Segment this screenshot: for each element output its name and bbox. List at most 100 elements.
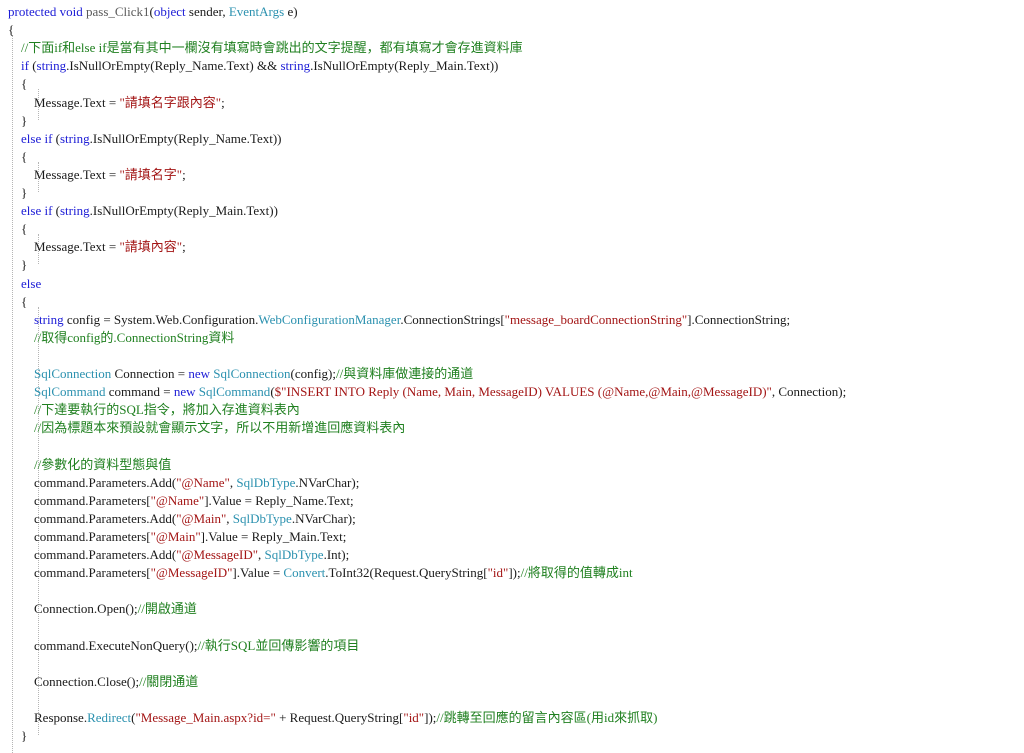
code-token: SqlConnection [213,366,291,381]
code-token: .NVarChar); [295,474,360,490]
code-token: ].ConnectionString; [687,311,791,327]
code-token: command.Parameters[ [8,492,151,508]
code-line: } [8,256,27,274]
code-token: { [8,76,28,92]
code-token: .IsNullOrEmpty(Reply_Name.Text) && [66,58,281,74]
code-token: command.Parameters[ [8,565,151,581]
code-token: string [34,311,64,327]
code-line: command.Parameters.Add("@MessageID", Sql… [8,546,349,564]
code-token: SqlDbType [236,474,296,490]
code-token: protected void [8,4,86,19]
code-token: //下達要執行的SQL指令，將加入存進資料表內 [8,402,300,418]
code-token: config = System.Web.Configuration. [63,311,259,327]
code-line: { [8,293,27,311]
code-token: "Message_Main.aspx?id=" [135,709,276,725]
code-token: new [188,366,210,381]
code-token: ]); [508,565,521,581]
code-line: command.Parameters["@Main"].Value = Repl… [8,528,346,546]
code-line: command.Parameters["@MessageID"].Value =… [8,564,633,582]
code-token: .ConnectionStrings[ [400,311,505,327]
code-line: //取得config的.ConnectionString資料 [8,329,234,347]
code-token: string [60,203,90,219]
code-token: //下面if和else if是當有其中一欄沒有填寫時會跳出的文字提醒，都有填寫才… [8,40,523,56]
code-line: { [8,220,27,238]
code-token: "@Name" [176,474,230,490]
code-token: ; [182,239,186,255]
code-token: ( [28,58,37,74]
code-line: //參數化的資料型態與值 [8,456,171,474]
code-token: "id" [403,709,425,725]
code-line: command.ExecuteNonQuery();//執行SQL並回傳影響的項… [8,637,359,655]
code-line: Connection.Close();//關閉通道 [8,673,198,691]
code-token: //跳轉至回應的留言內容區(用id來抓取) [436,709,658,725]
code-line: else if (string.IsNullOrEmpty(Reply_Main… [8,202,278,220]
code-line: Message.Text = "請填名字"; [8,166,186,184]
code-token: //將取得的值轉成int [520,565,633,581]
code-token: Response. [8,709,88,725]
code-token: Connection = [111,366,189,381]
code-token: { [8,293,28,309]
code-token: else [21,275,42,291]
code-token: Message.Text = [8,94,120,110]
code-editor[interactable]: protected void pass_Click1 (object sender… [0,0,1024,753]
code-line: else [8,275,41,293]
code-line: SqlCommand command = new SqlCommand($"IN… [8,383,846,401]
code-token: $"INSERT INTO Reply (Name, Main, Message… [274,384,772,400]
code-token: } [8,728,28,743]
code-token: } [8,112,28,128]
code-line: //下面if和else if是當有其中一欄沒有填寫時會跳出的文字提醒，都有填寫才… [8,39,523,57]
code-token: ( [52,203,60,219]
code-line: if (string.IsNullOrEmpty(Reply_Name.Text… [8,57,498,75]
code-token: , Connection); [771,384,847,400]
code-line: //下達要執行的SQL指令，將加入存進資料表內 [8,401,300,419]
code-token: ]); [424,709,437,725]
code-token: //參數化的資料型態與值 [8,456,172,472]
code-token: SqlDbType [264,547,324,562]
code-token: string [36,58,67,74]
code-token: EventArgs [228,4,285,19]
code-token: ; [221,94,225,110]
code-line: { [8,75,27,93]
code-token: (config); [290,366,336,381]
code-token: Redirect [87,709,132,725]
code-line: Connection.Open();//開啟通道 [8,600,197,618]
code-token: ].Value = Reply_Name.Text; [204,492,354,508]
code-token: else if [21,203,53,219]
code-token: SqlDbType [232,510,292,526]
code-line: protected void pass_Click1(object sender… [8,3,298,21]
code-token: string [60,130,90,146]
code-token: command.Parameters.Add( [8,510,177,526]
code-token: //執行SQL並回傳影響的項目 [197,637,360,653]
code-token: "@MessageID" [176,547,259,562]
code-token: { [8,148,28,164]
code-line: { [8,148,27,166]
code-token: ( [52,130,60,146]
code-token: } [8,257,28,273]
code-token: command.Parameters.Add( [8,474,177,490]
code-token: ].Value = [232,565,284,581]
code-token: SqlConnection [34,366,112,381]
code-token: "請填名字跟內容" [119,94,222,110]
code-token: Message.Text = [8,239,120,255]
code-token: .IsNullOrEmpty(Reply_Main.Text)) [89,203,278,219]
code-token: else if [21,130,53,146]
code-token: object [153,4,186,19]
code-token: Connection.Open(); [8,601,138,617]
code-token: ].Value = Reply_Main.Text; [200,528,347,544]
code-token: Connection.Close(); [8,673,140,689]
code-line: Message.Text = "請填名字跟內容"; [8,94,225,112]
code-line: } [8,184,27,202]
code-token: pass_Click1 [85,4,150,19]
code-line: } [8,727,27,745]
code-token: command.ExecuteNonQuery(); [8,637,198,653]
code-token: } [8,185,28,200]
code-token: e) [284,4,298,19]
code-token: Convert [283,565,326,581]
code-token: SqlCommand [198,384,271,400]
